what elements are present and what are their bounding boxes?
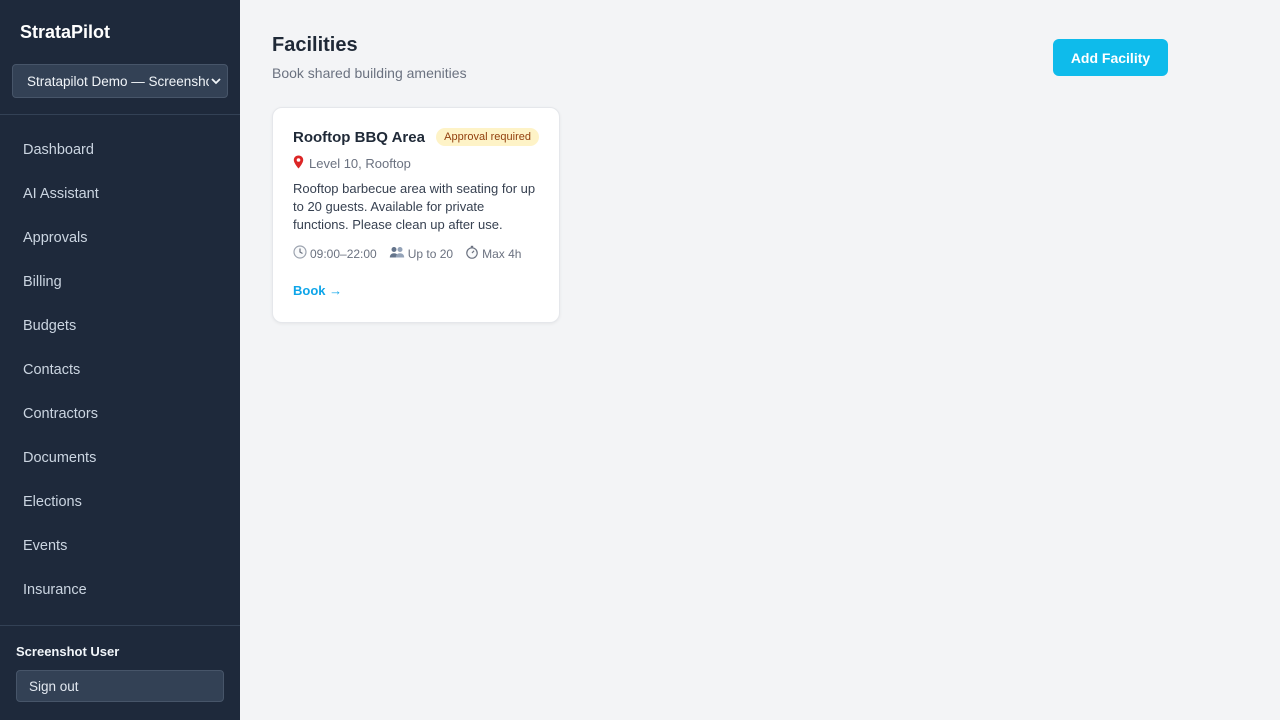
facility-hours-text: 09:00–22:00 [310, 246, 377, 261]
clock-icon [293, 245, 307, 262]
map-pin-icon [293, 155, 304, 172]
organization-select[interactable]: Stratapilot Demo — Screenshot [12, 64, 228, 98]
organization-select-value: Stratapilot Demo — Screenshot [27, 73, 217, 89]
people-icon [389, 245, 405, 262]
facility-location-text: Level 10, Rooftop [309, 156, 411, 171]
facility-capacity: Up to 20 [389, 245, 453, 262]
facility-card: Rooftop BBQ Area Approval required Level… [272, 107, 560, 323]
sidebar-item-contractors[interactable]: Contractors [0, 392, 240, 436]
facility-location: Level 10, Rooftop [293, 155, 539, 172]
add-facility-button[interactable]: Add Facility [1053, 39, 1168, 76]
chevron-down-icon [209, 74, 223, 88]
sidebar-item-insurance[interactable]: Insurance [0, 568, 240, 612]
sidebar-item-dashboard[interactable]: Dashboard [0, 128, 240, 172]
sidebar-footer: Screenshot User Sign out [0, 625, 240, 720]
stopwatch-icon [465, 245, 479, 262]
sign-out-button[interactable]: Sign out [16, 670, 224, 702]
user-name: Screenshot User [16, 644, 120, 659]
sidebar: StrataPilot Stratapilot Demo — Screensho… [0, 0, 240, 720]
facility-max-duration-text: Max 4h [482, 246, 522, 261]
sidebar-item-documents[interactable]: Documents [0, 436, 240, 480]
facility-description: Rooftop barbecue area with seating for u… [293, 181, 536, 232]
sidebar-item-contacts[interactable]: Contacts [0, 348, 240, 392]
facility-name: Rooftop BBQ Area [293, 128, 425, 146]
sidebar-item-elections[interactable]: Elections [0, 480, 240, 524]
sidebar-nav: Dashboard AI Assistant Approvals Billing… [0, 115, 240, 625]
facility-capacity-text: Up to 20 [407, 246, 454, 261]
approval-required-badge: Approval required [436, 128, 539, 146]
app-root: StrataPilot Stratapilot Demo — Screensho… [0, 0, 1280, 720]
book-facility-link[interactable]: Book → [293, 283, 342, 298]
facility-card-header: Rooftop BBQ Area Approval required [293, 128, 539, 146]
sidebar-item-ai-assistant[interactable]: AI Assistant [0, 172, 240, 216]
sidebar-item-events[interactable]: Events [0, 524, 240, 568]
sidebar-item-approvals[interactable]: Approvals [0, 216, 240, 260]
sidebar-item-budgets[interactable]: Budgets [0, 304, 240, 348]
sidebar-item-billing[interactable]: Billing [0, 260, 240, 304]
main-content: Facilities Book shared building amenitie… [240, 0, 1280, 720]
facility-max-duration: Max 4h [465, 245, 521, 262]
app-logo: StrataPilot [20, 22, 111, 42]
facility-hours: 09:00–22:00 [293, 245, 377, 262]
facility-meta: 09:00–22:00 Up to 20 Max 4h [293, 245, 539, 262]
